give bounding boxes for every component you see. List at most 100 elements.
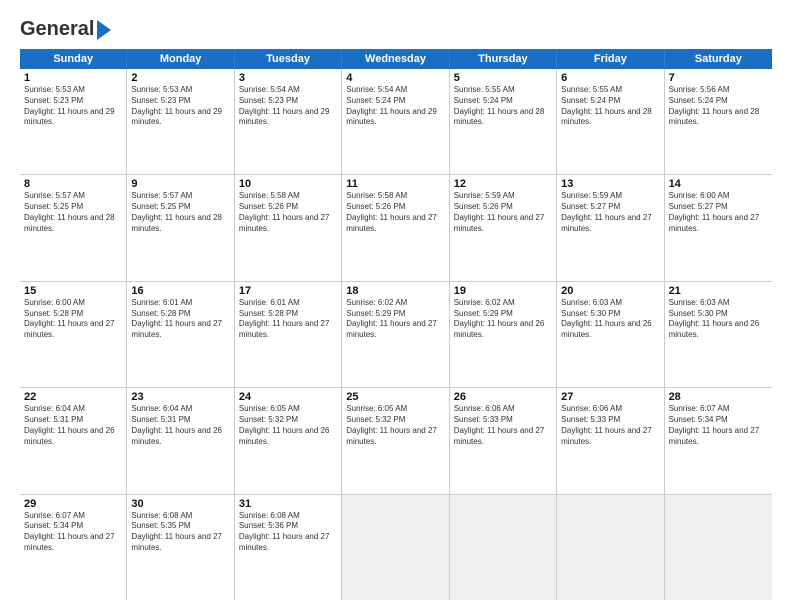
day-number: 15 bbox=[24, 285, 122, 297]
day-cell-7: 7Sunrise: 5:56 AMSunset: 5:24 PMDaylight… bbox=[665, 69, 772, 174]
day-number: 26 bbox=[454, 391, 552, 403]
day-cell-17: 17Sunrise: 6:01 AMSunset: 5:28 PMDayligh… bbox=[235, 282, 342, 387]
day-info: Sunrise: 5:59 AMSunset: 5:26 PMDaylight:… bbox=[454, 191, 552, 234]
day-cell-9: 9Sunrise: 5:57 AMSunset: 5:25 PMDaylight… bbox=[127, 175, 234, 280]
day-info: Sunrise: 6:06 AMSunset: 5:33 PMDaylight:… bbox=[454, 404, 552, 447]
day-cell-21: 21Sunrise: 6:03 AMSunset: 5:30 PMDayligh… bbox=[665, 282, 772, 387]
calendar-header: SundayMondayTuesdayWednesdayThursdayFrid… bbox=[20, 49, 772, 69]
day-info: Sunrise: 5:53 AMSunset: 5:23 PMDaylight:… bbox=[24, 85, 122, 128]
day-cell-15: 15Sunrise: 6:00 AMSunset: 5:28 PMDayligh… bbox=[20, 282, 127, 387]
weekday-header-tuesday: Tuesday bbox=[235, 49, 342, 69]
day-cell-18: 18Sunrise: 6:02 AMSunset: 5:29 PMDayligh… bbox=[342, 282, 449, 387]
calendar-row-2: 8Sunrise: 5:57 AMSunset: 5:25 PMDaylight… bbox=[20, 175, 772, 281]
day-cell-27: 27Sunrise: 6:06 AMSunset: 5:33 PMDayligh… bbox=[557, 388, 664, 493]
day-number: 3 bbox=[239, 72, 337, 84]
logo-arrow-icon bbox=[97, 20, 111, 40]
empty-cell bbox=[450, 495, 557, 600]
logo: General bbox=[20, 18, 111, 39]
day-number: 6 bbox=[561, 72, 659, 84]
day-number: 2 bbox=[131, 72, 229, 84]
weekday-header-friday: Friday bbox=[557, 49, 664, 69]
weekday-header-monday: Monday bbox=[127, 49, 234, 69]
day-info: Sunrise: 6:06 AMSunset: 5:33 PMDaylight:… bbox=[561, 404, 659, 447]
day-info: Sunrise: 6:07 AMSunset: 5:34 PMDaylight:… bbox=[669, 404, 768, 447]
day-info: Sunrise: 6:02 AMSunset: 5:29 PMDaylight:… bbox=[454, 298, 552, 341]
day-info: Sunrise: 5:55 AMSunset: 5:24 PMDaylight:… bbox=[454, 85, 552, 128]
calendar: SundayMondayTuesdayWednesdayThursdayFrid… bbox=[20, 49, 772, 600]
day-number: 30 bbox=[131, 498, 229, 510]
weekday-header-wednesday: Wednesday bbox=[342, 49, 449, 69]
day-cell-25: 25Sunrise: 6:05 AMSunset: 5:32 PMDayligh… bbox=[342, 388, 449, 493]
day-number: 12 bbox=[454, 178, 552, 190]
day-info: Sunrise: 6:01 AMSunset: 5:28 PMDaylight:… bbox=[131, 298, 229, 341]
day-info: Sunrise: 6:03 AMSunset: 5:30 PMDaylight:… bbox=[669, 298, 768, 341]
day-number: 19 bbox=[454, 285, 552, 297]
calendar-row-4: 22Sunrise: 6:04 AMSunset: 5:31 PMDayligh… bbox=[20, 388, 772, 494]
weekday-header-thursday: Thursday bbox=[450, 49, 557, 69]
day-cell-31: 31Sunrise: 6:08 AMSunset: 5:36 PMDayligh… bbox=[235, 495, 342, 600]
day-info: Sunrise: 5:57 AMSunset: 5:25 PMDaylight:… bbox=[24, 191, 122, 234]
day-number: 5 bbox=[454, 72, 552, 84]
day-cell-24: 24Sunrise: 6:05 AMSunset: 5:32 PMDayligh… bbox=[235, 388, 342, 493]
empty-cell bbox=[342, 495, 449, 600]
day-cell-1: 1Sunrise: 5:53 AMSunset: 5:23 PMDaylight… bbox=[20, 69, 127, 174]
day-info: Sunrise: 6:04 AMSunset: 5:31 PMDaylight:… bbox=[131, 404, 229, 447]
day-number: 18 bbox=[346, 285, 444, 297]
day-cell-16: 16Sunrise: 6:01 AMSunset: 5:28 PMDayligh… bbox=[127, 282, 234, 387]
day-cell-2: 2Sunrise: 5:53 AMSunset: 5:23 PMDaylight… bbox=[127, 69, 234, 174]
day-cell-22: 22Sunrise: 6:04 AMSunset: 5:31 PMDayligh… bbox=[20, 388, 127, 493]
day-cell-23: 23Sunrise: 6:04 AMSunset: 5:31 PMDayligh… bbox=[127, 388, 234, 493]
day-number: 20 bbox=[561, 285, 659, 297]
day-cell-20: 20Sunrise: 6:03 AMSunset: 5:30 PMDayligh… bbox=[557, 282, 664, 387]
day-info: Sunrise: 5:53 AMSunset: 5:23 PMDaylight:… bbox=[131, 85, 229, 128]
day-info: Sunrise: 6:08 AMSunset: 5:36 PMDaylight:… bbox=[239, 511, 337, 554]
day-number: 13 bbox=[561, 178, 659, 190]
day-info: Sunrise: 6:01 AMSunset: 5:28 PMDaylight:… bbox=[239, 298, 337, 341]
day-number: 24 bbox=[239, 391, 337, 403]
calendar-row-5: 29Sunrise: 6:07 AMSunset: 5:34 PMDayligh… bbox=[20, 495, 772, 600]
day-number: 17 bbox=[239, 285, 337, 297]
day-cell-5: 5Sunrise: 5:55 AMSunset: 5:24 PMDaylight… bbox=[450, 69, 557, 174]
empty-cell bbox=[557, 495, 664, 600]
day-number: 27 bbox=[561, 391, 659, 403]
day-info: Sunrise: 6:05 AMSunset: 5:32 PMDaylight:… bbox=[239, 404, 337, 447]
day-number: 14 bbox=[669, 178, 768, 190]
day-cell-29: 29Sunrise: 6:07 AMSunset: 5:34 PMDayligh… bbox=[20, 495, 127, 600]
day-info: Sunrise: 6:07 AMSunset: 5:34 PMDaylight:… bbox=[24, 511, 122, 554]
day-cell-10: 10Sunrise: 5:58 AMSunset: 5:26 PMDayligh… bbox=[235, 175, 342, 280]
day-cell-13: 13Sunrise: 5:59 AMSunset: 5:27 PMDayligh… bbox=[557, 175, 664, 280]
weekday-header-sunday: Sunday bbox=[20, 49, 127, 69]
day-info: Sunrise: 5:58 AMSunset: 5:26 PMDaylight:… bbox=[239, 191, 337, 234]
day-number: 16 bbox=[131, 285, 229, 297]
day-number: 23 bbox=[131, 391, 229, 403]
day-cell-19: 19Sunrise: 6:02 AMSunset: 5:29 PMDayligh… bbox=[450, 282, 557, 387]
day-number: 4 bbox=[346, 72, 444, 84]
day-info: Sunrise: 5:55 AMSunset: 5:24 PMDaylight:… bbox=[561, 85, 659, 128]
day-number: 25 bbox=[346, 391, 444, 403]
weekday-header-saturday: Saturday bbox=[665, 49, 772, 69]
day-cell-28: 28Sunrise: 6:07 AMSunset: 5:34 PMDayligh… bbox=[665, 388, 772, 493]
day-number: 31 bbox=[239, 498, 337, 510]
day-cell-6: 6Sunrise: 5:55 AMSunset: 5:24 PMDaylight… bbox=[557, 69, 664, 174]
day-info: Sunrise: 5:54 AMSunset: 5:23 PMDaylight:… bbox=[239, 85, 337, 128]
calendar-row-1: 1Sunrise: 5:53 AMSunset: 5:23 PMDaylight… bbox=[20, 69, 772, 175]
day-number: 22 bbox=[24, 391, 122, 403]
day-number: 10 bbox=[239, 178, 337, 190]
day-info: Sunrise: 6:00 AMSunset: 5:27 PMDaylight:… bbox=[669, 191, 768, 234]
day-cell-3: 3Sunrise: 5:54 AMSunset: 5:23 PMDaylight… bbox=[235, 69, 342, 174]
calendar-body: 1Sunrise: 5:53 AMSunset: 5:23 PMDaylight… bbox=[20, 69, 772, 600]
empty-cell bbox=[665, 495, 772, 600]
day-cell-14: 14Sunrise: 6:00 AMSunset: 5:27 PMDayligh… bbox=[665, 175, 772, 280]
page: General SundayMondayTuesdayWednesdayThur… bbox=[0, 0, 792, 612]
day-info: Sunrise: 5:57 AMSunset: 5:25 PMDaylight:… bbox=[131, 191, 229, 234]
day-number: 29 bbox=[24, 498, 122, 510]
calendar-row-3: 15Sunrise: 6:00 AMSunset: 5:28 PMDayligh… bbox=[20, 282, 772, 388]
day-number: 21 bbox=[669, 285, 768, 297]
day-info: Sunrise: 6:04 AMSunset: 5:31 PMDaylight:… bbox=[24, 404, 122, 447]
day-info: Sunrise: 5:59 AMSunset: 5:27 PMDaylight:… bbox=[561, 191, 659, 234]
day-number: 11 bbox=[346, 178, 444, 190]
day-info: Sunrise: 6:08 AMSunset: 5:35 PMDaylight:… bbox=[131, 511, 229, 554]
day-number: 8 bbox=[24, 178, 122, 190]
day-cell-11: 11Sunrise: 5:58 AMSunset: 5:26 PMDayligh… bbox=[342, 175, 449, 280]
day-number: 28 bbox=[669, 391, 768, 403]
